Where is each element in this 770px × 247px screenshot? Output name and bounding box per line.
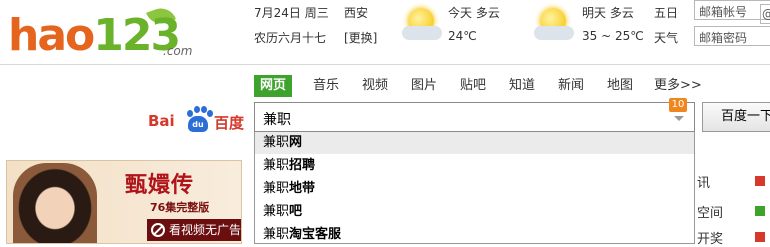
count-badge: 10 (669, 98, 687, 112)
logo-suffix: .com (163, 44, 193, 58)
tab-music[interactable]: 音乐 (313, 75, 339, 97)
suggestion-dropdown: 兼职网 兼职招聘 兼职地带 兼职吧 兼职淘宝客服 (254, 132, 695, 244)
mail-domain-select[interactable]: @ (760, 4, 770, 24)
logo-wordmark: hao123 (8, 10, 181, 61)
tomorrow-weather[interactable]: 明天 多云 (582, 4, 634, 21)
sunny-cloudy-icon (402, 4, 442, 40)
dropdown-arrow-icon[interactable] (674, 116, 684, 121)
tab-zhidao[interactable]: 知道 (509, 75, 535, 97)
suggestion-item[interactable]: 兼职招聘 (255, 155, 694, 177)
top-header: hao123 .com 7月24日 周三 农历六月十七 西安 [更换] 今天 多… (0, 0, 770, 64)
baidu-logo[interactable]: Bai du 百度 (148, 104, 248, 132)
suggestion-item[interactable]: 兼职吧 (255, 201, 694, 223)
lunar-date-text: 农历六月十七 (254, 31, 327, 45)
date-text: 7月24日 周三 (254, 6, 329, 20)
search-input[interactable]: 兼职 (254, 102, 695, 132)
green-square-icon (755, 206, 765, 216)
today-weather[interactable]: 今天 多云 (448, 4, 500, 21)
promo-banner[interactable]: 甄嬛传 76集完整版 看视频无广告 (6, 160, 242, 244)
mail-account-input[interactable]: 邮箱帐号 (694, 0, 770, 20)
red-square-icon (755, 232, 765, 242)
city-name[interactable]: 西安 (344, 4, 368, 21)
actress-portrait (13, 163, 97, 243)
tab-news[interactable]: 新闻 (558, 75, 584, 97)
header-divider (0, 64, 770, 65)
tab-video[interactable]: 视频 (362, 75, 388, 97)
suggestion-item[interactable]: 兼职淘宝客服 (255, 224, 694, 246)
search-query: 兼职 (263, 112, 291, 128)
red-square-icon (755, 176, 765, 186)
right-link-fragment[interactable]: 空间 (697, 202, 723, 221)
mail-password-input[interactable]: 邮箱密码 (694, 26, 770, 46)
no-ads-bar: 看视频无广告 (147, 219, 241, 241)
five-day-link[interactable]: 五日 (654, 4, 678, 21)
hao123-logo[interactable]: hao123 .com (8, 4, 198, 62)
no-ads-icon (151, 223, 165, 237)
today-temp: 24℃ (448, 29, 477, 43)
five-day-sub[interactable]: 天气 (654, 29, 678, 46)
right-link-fragment[interactable]: 讯 (697, 172, 710, 191)
suggestion-item[interactable]: 兼职网 (255, 132, 694, 154)
tab-web[interactable]: 网页 (254, 75, 293, 97)
banner-subtitle: 76集完整版 (150, 201, 210, 214)
suggestion-item[interactable]: 兼职地带 (255, 178, 694, 200)
paw-icon: du (184, 106, 213, 132)
sunny-cloudy-icon (534, 4, 574, 40)
tab-more[interactable]: 更多>> (654, 75, 702, 97)
tab-map[interactable]: 地图 (607, 75, 633, 97)
tab-images[interactable]: 图片 (411, 75, 437, 97)
tomorrow-temp: 35 ~ 25℃ (582, 29, 644, 43)
change-city-link[interactable]: [更换] (344, 29, 377, 46)
search-button[interactable]: 百度一下 (702, 102, 770, 132)
banner-title: 甄嬛传 (125, 172, 195, 198)
tab-tieba[interactable]: 贴吧 (460, 75, 486, 97)
right-link-fragment[interactable]: 开奖 (697, 228, 723, 247)
